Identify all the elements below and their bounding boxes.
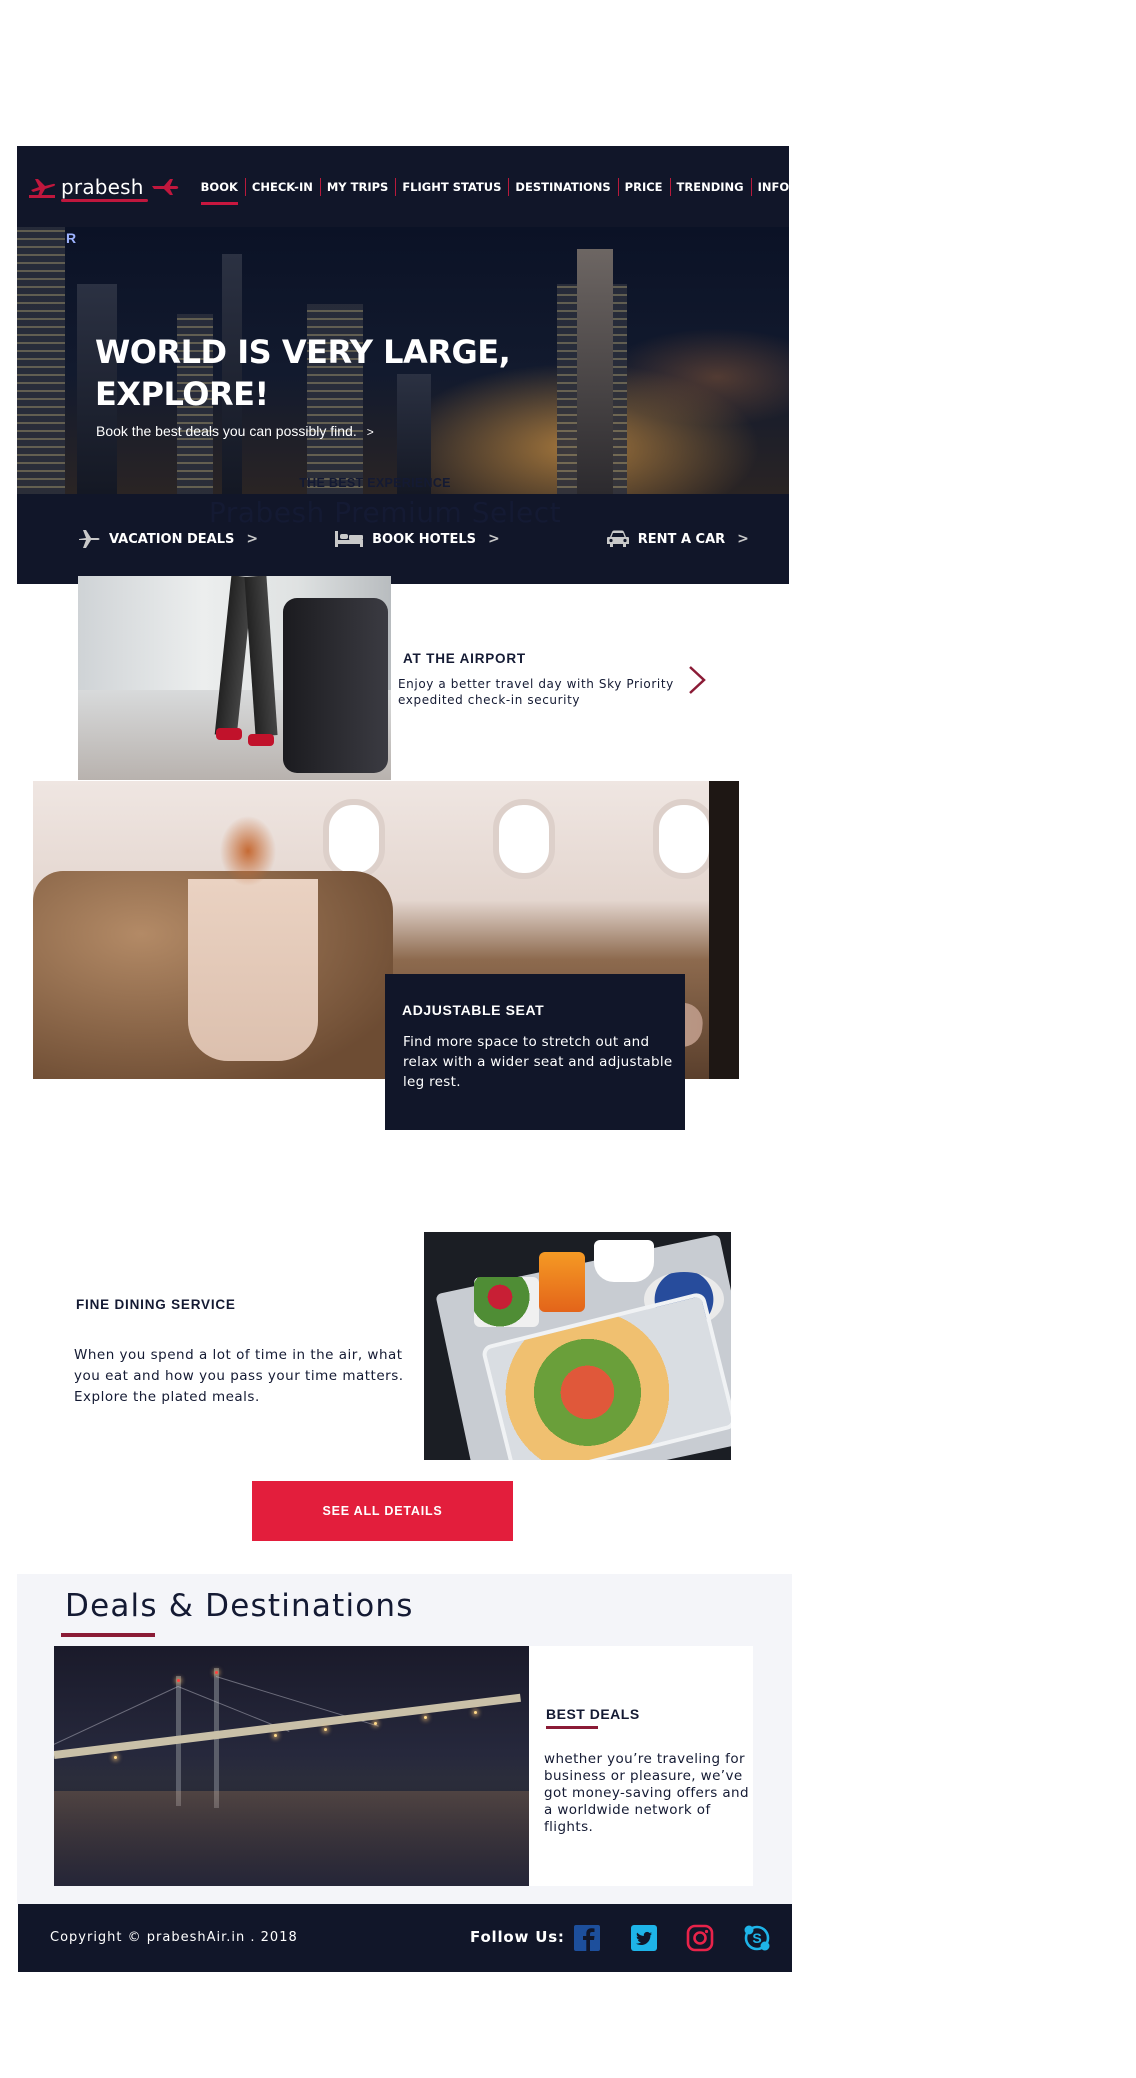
seat-title: ADJUSTABLE SEAT: [402, 1002, 545, 1018]
best-deals-title: BEST DEALS: [546, 1706, 640, 1722]
plane-logo-icon: [151, 178, 178, 195]
photo-heel: [248, 734, 274, 746]
deals-section: Deals & Destinations BEST DEALS whether …: [17, 1574, 792, 1904]
cabin-window: [493, 799, 555, 879]
plane-logo-icon: [29, 178, 56, 198]
see-all-details-button[interactable]: SEE ALL DETAILS: [252, 1481, 513, 1541]
hero-title-line: WORLD IS VERY LARGE,: [95, 333, 511, 371]
photo-juice: [539, 1252, 585, 1312]
svg-text:S: S: [752, 1930, 761, 1946]
logo-text: prabesh: [61, 174, 148, 202]
main-nav: BOOK CHECK-IN MY TRIPS FLIGHT STATUS DES…: [194, 177, 797, 205]
facebook-icon[interactable]: [573, 1924, 601, 1952]
rent-a-car-link[interactable]: RENT A CAR >: [606, 529, 749, 549]
hero-title-line: EXPLORE!: [95, 375, 269, 413]
photo-heel: [216, 728, 242, 740]
premium-eyebrow: THE BEST EXPERIENCE: [299, 476, 451, 490]
header-bar: prabesh BOOK CHECK-IN MY TRIPS FLIGHT ST…: [17, 146, 789, 227]
photo-light: [324, 1728, 327, 1731]
photo-salad: [474, 1277, 539, 1327]
city-building: [577, 249, 613, 494]
photo-suitcase: [283, 598, 388, 773]
photo-light: [474, 1711, 477, 1714]
dining-title: FINE DINING SERVICE: [76, 1297, 236, 1312]
photo-cup: [594, 1240, 654, 1282]
vacation-deals-link[interactable]: VACATION DEALS >: [77, 528, 258, 550]
book-hotels-link[interactable]: BOOK HOTELS >: [334, 529, 500, 549]
copyright-text: Copyright © prabeshAir.in . 2018: [50, 1930, 298, 1945]
photo-light: [424, 1716, 427, 1719]
hero-banner: R WORLD IS VERY LARGE, EXPLORE! Book the…: [17, 227, 789, 494]
plane-icon: [79, 530, 100, 548]
footer: Copyright © prabeshAir.in . 2018 Follow …: [18, 1904, 792, 1972]
best-deals-card: BEST DEALS whether you’re traveling for …: [529, 1646, 753, 1886]
rent-a-car-label: RENT A CAR: [637, 531, 726, 547]
photo-light: [114, 1756, 117, 1759]
nav-flight-status[interactable]: FLIGHT STATUS: [395, 177, 508, 196]
nav-check-in[interactable]: CHECK-IN: [244, 177, 320, 196]
photo-light: [215, 1671, 218, 1674]
cabin-window: [323, 799, 385, 879]
car-icon: [606, 530, 629, 547]
dining-description: When you spend a lot of time in the air,…: [74, 1347, 404, 1405]
photo-water: [54, 1791, 529, 1886]
best-deals-description: whether you’re traveling for business or…: [544, 1751, 749, 1835]
premium-title: Prabesh Premium Select: [208, 496, 562, 529]
photo-cabin-wall: [709, 781, 739, 1079]
chevron-right-icon: >: [488, 531, 500, 547]
adjustable-seat-card: ADJUSTABLE SEAT Find more space to stret…: [385, 974, 685, 1130]
chevron-right-icon: >: [366, 425, 374, 439]
hero-subtitle: Book the best deals you can possibly fin…: [96, 423, 357, 439]
airport-description: Enjoy a better travel day with Sky Prior…: [398, 677, 674, 707]
chevron-right-icon[interactable]: [684, 664, 710, 696]
photo-light: [177, 1679, 180, 1682]
airport-title: AT THE AIRPORT: [403, 651, 526, 666]
nav-price[interactable]: PRICE: [617, 177, 670, 196]
chevron-right-icon: >: [737, 531, 749, 547]
city-building: [17, 227, 65, 494]
nav-book[interactable]: BOOK: [194, 180, 245, 205]
hero-title: WORLD IS VERY LARGE, EXPLORE!: [95, 331, 515, 415]
photo-light: [374, 1722, 377, 1725]
bridge-photo[interactable]: [54, 1646, 529, 1886]
skype-icon[interactable]: S: [743, 1924, 771, 1952]
airport-photo: [78, 576, 391, 780]
instagram-icon[interactable]: [686, 1924, 714, 1952]
book-hotels-label: BOOK HOTELS: [372, 531, 477, 547]
cabin-window: [653, 799, 715, 879]
building-logo-icon: R: [66, 230, 77, 246]
photo-deck: [54, 1693, 521, 1759]
photo-passenger: [188, 801, 318, 1061]
deals-title: Deals & Destinations: [65, 1588, 414, 1624]
nav-info[interactable]: INFO: [750, 177, 797, 196]
vacation-deals-label: VACATION DEALS: [109, 531, 235, 547]
dining-photo: [424, 1232, 731, 1460]
hero-subtitle-link[interactable]: Book the best deals you can possibly fin…: [96, 423, 374, 439]
chevron-right-icon: >: [246, 531, 259, 547]
nav-my-trips[interactable]: MY TRIPS: [319, 177, 395, 196]
nav-destinations[interactable]: DESTINATIONS: [508, 177, 617, 196]
twitter-icon[interactable]: [630, 1924, 658, 1952]
bed-icon: [335, 531, 364, 547]
photo-light: [274, 1734, 277, 1737]
brand-logo[interactable]: prabesh: [29, 174, 180, 202]
follow-us-label: Follow Us:: [470, 1928, 565, 1946]
best-deals-underline: [546, 1726, 598, 1729]
deals-title-underline: [61, 1633, 155, 1637]
nav-trending[interactable]: TRENDING: [669, 177, 751, 196]
seat-description: Find more space to stretch out and relax…: [403, 1034, 673, 1090]
